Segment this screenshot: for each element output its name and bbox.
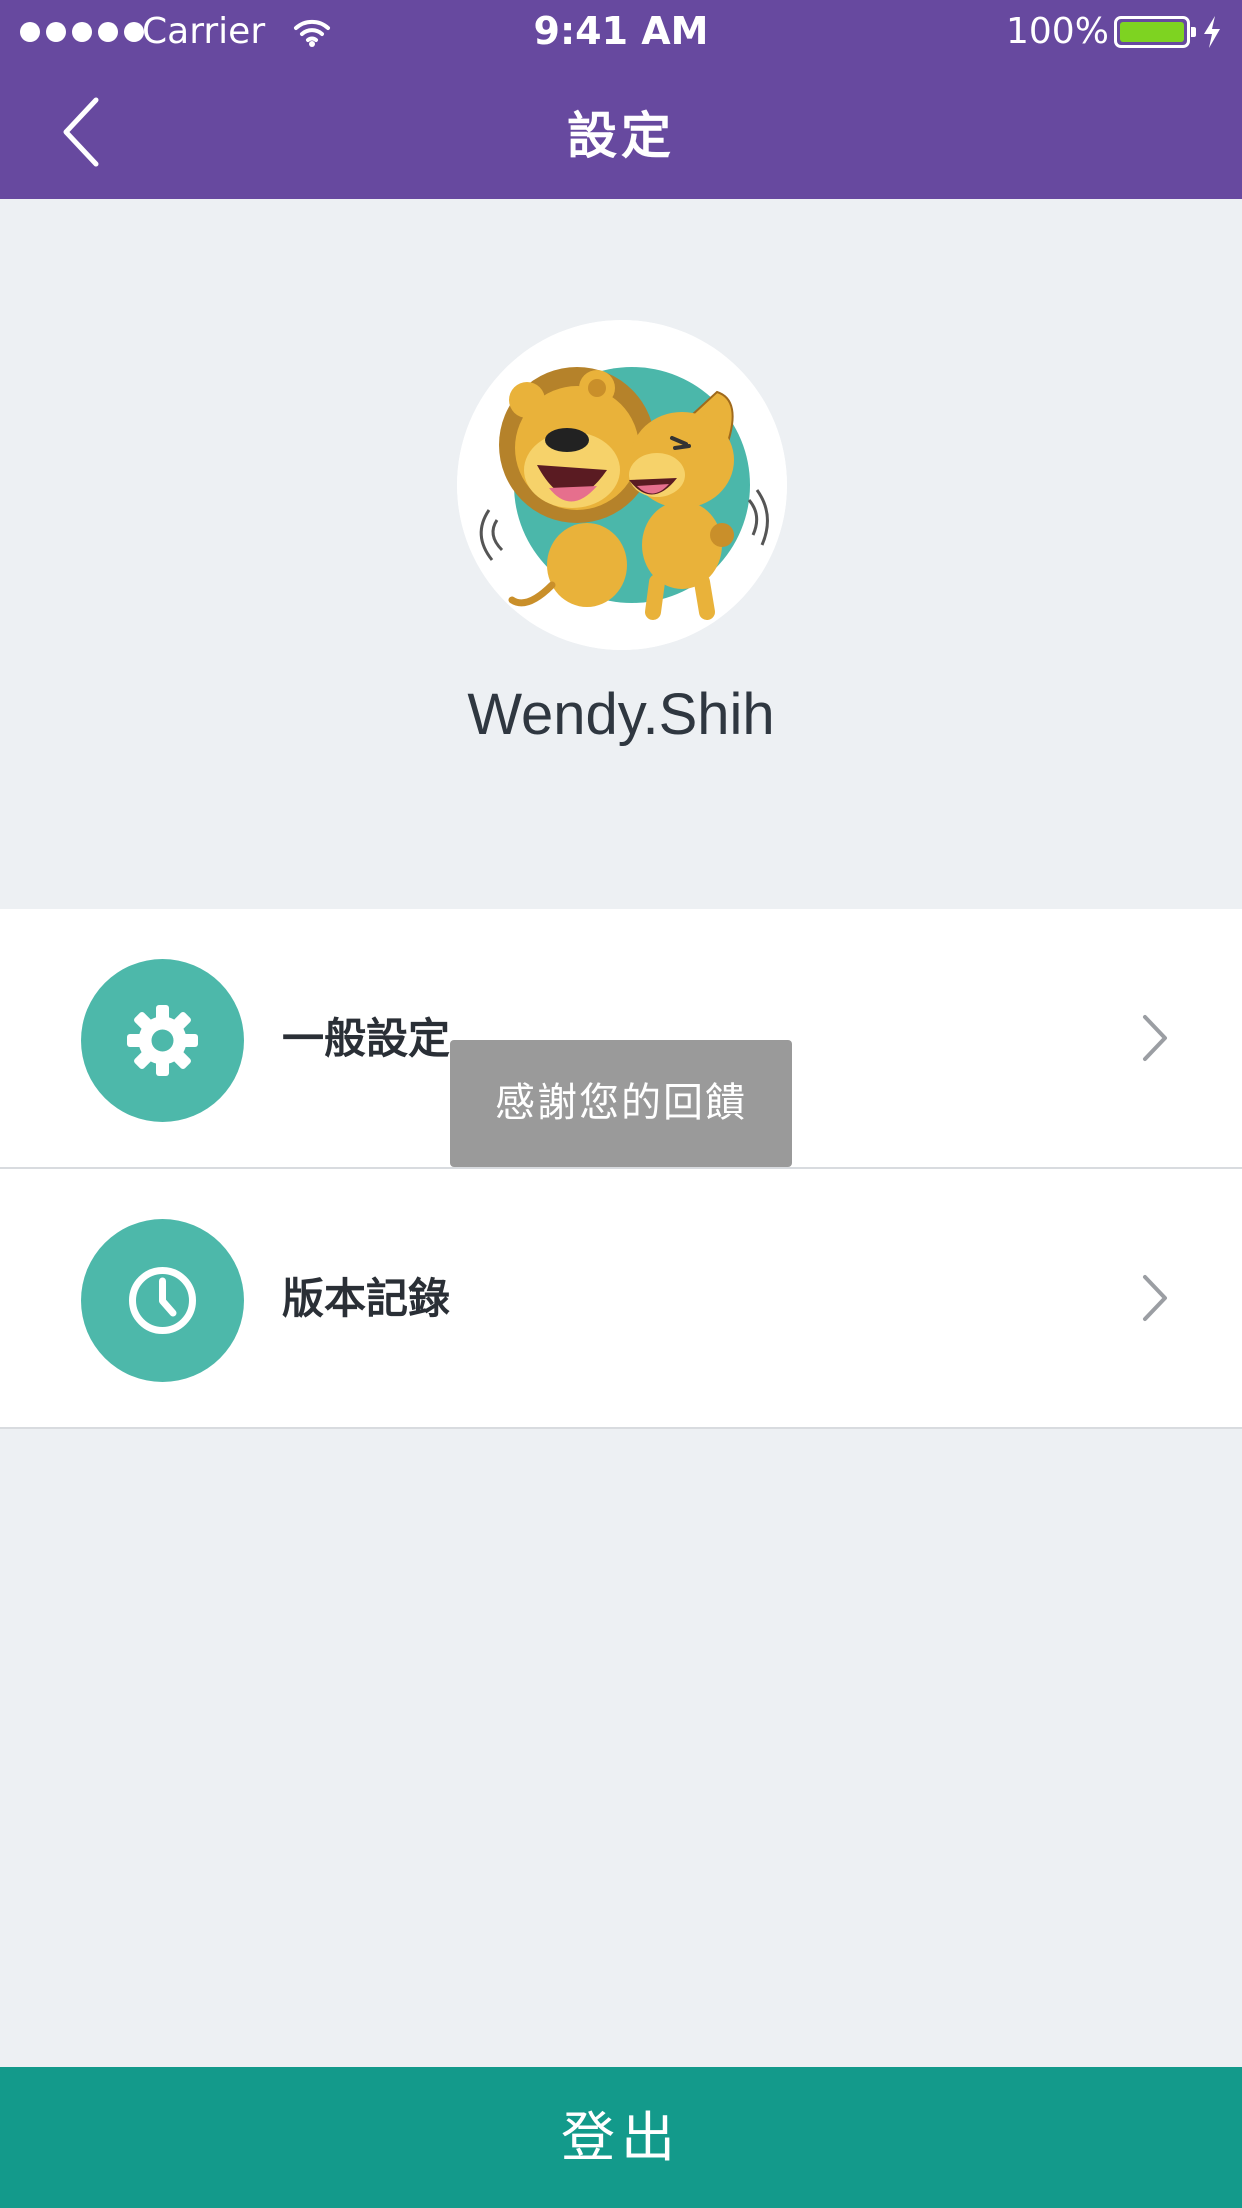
avatar <box>457 320 787 650</box>
page-title: 設定 <box>567 107 675 165</box>
chevron-right-icon <box>1140 1013 1170 1067</box>
status-bar: Carrier 9:41 AM 100% <box>0 0 1242 64</box>
gear-icon-circle <box>81 959 244 1122</box>
feedback-toast: 感謝您的回饋 <box>450 1040 792 1167</box>
lightning-bolt-icon <box>1200 14 1224 59</box>
app-header: Carrier 9:41 AM 100% 設定 <box>0 0 1242 199</box>
navigation-bar: 設定 <box>0 64 1242 199</box>
settings-list: 一般設定 版本記錄 <box>0 909 1242 1429</box>
battery-icon <box>1114 16 1196 48</box>
version-history-label: 版本記錄 <box>282 1274 451 1323</box>
lion-mascot-avatar <box>457 320 787 650</box>
battery-fill <box>1120 22 1184 42</box>
logout-button[interactable]: 登出 <box>0 2067 1242 2208</box>
chevron-right-icon <box>1140 1273 1170 1327</box>
general-settings-label: 一般設定 <box>282 1014 451 1063</box>
version-history-item[interactable]: 版本記錄 <box>0 1169 1242 1427</box>
username: Wendy.Shih <box>467 682 775 747</box>
clock-icon-circle <box>81 1219 244 1382</box>
battery-percent: 100% <box>1006 11 1109 52</box>
